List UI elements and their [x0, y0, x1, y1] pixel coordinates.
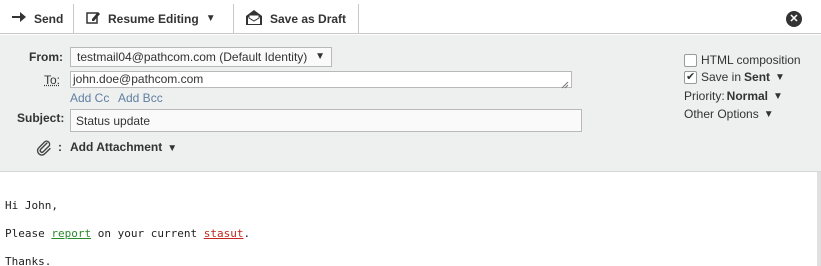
body-text: Please [5, 227, 52, 240]
attachment-colon: : [58, 140, 62, 154]
chevron-down-icon[interactable]: ▼ [775, 72, 785, 83]
from-label: From: [29, 50, 63, 64]
resize-handle-icon[interactable] [561, 78, 569, 89]
paperclip-icon[interactable] [36, 140, 52, 159]
resume-editing-label: Resume Editing [108, 11, 199, 26]
envelope-icon [246, 9, 262, 28]
spellcheck-word-ok[interactable]: report [51, 227, 91, 240]
send-label: Send [34, 11, 64, 26]
from-value: testmail04@pathcom.com (Default Identity… [77, 50, 308, 64]
priority-option[interactable]: Priority: Normal ▼ [684, 89, 783, 103]
other-options-menu[interactable]: Other Options ▼ [684, 107, 774, 121]
body-line: Please report on your current stasut. [5, 220, 250, 248]
compose-header: From: testmail04@pathcom.com (Default Id… [0, 35, 821, 172]
greeting-line: Hi John, [5, 199, 58, 212]
to-field[interactable]: john.doe@pathcom.com [70, 71, 572, 89]
chevron-down-icon: ▼ [763, 108, 774, 120]
scrollbar[interactable] [817, 172, 821, 266]
spellcheck-word-misspelled[interactable]: stasut [204, 227, 244, 240]
priority-label: Priority: [684, 89, 725, 103]
save-in-label: Save in [701, 70, 742, 84]
to-label: To: [44, 73, 61, 87]
resume-editing-button[interactable]: Resume Editing ▼ [74, 4, 234, 33]
subject-field[interactable]: Status update [70, 109, 582, 132]
other-options-label: Other Options [684, 107, 759, 121]
body-text: on your current [91, 227, 204, 240]
chevron-down-icon: ▼ [205, 13, 216, 24]
html-composition-option[interactable]: HTML composition [684, 53, 801, 67]
save-in-checkbox[interactable] [684, 70, 697, 84]
save-as-draft-label: Save as Draft [270, 11, 347, 26]
add-attachment-label: Add Attachment [70, 140, 163, 154]
message-body[interactable]: Hi John, Please report on your current s… [5, 192, 250, 266]
from-select[interactable]: testmail04@pathcom.com (Default Identity… [70, 47, 332, 67]
add-attachment-button[interactable]: Add Attachment ▼ [70, 140, 177, 154]
subject-value: Status update [76, 114, 151, 128]
chevron-down-icon: ▼ [315, 51, 325, 62]
add-cc-link[interactable]: Add Cc [70, 91, 109, 105]
priority-value: Normal [726, 89, 769, 103]
save-in-option[interactable]: Save in Sent ▼ [684, 70, 785, 84]
compose-toolbar: Send Resume Editing ▼ Save as Draft ✕ [0, 0, 821, 34]
closing-line: Thanks. [5, 255, 52, 266]
chevron-down-icon: ▼ [167, 143, 178, 154]
add-bcc-link[interactable]: Add Bcc [118, 91, 163, 105]
to-value: john.doe@pathcom.com [73, 72, 204, 86]
arrow-right-icon [12, 11, 26, 26]
html-composition-checkbox[interactable] [684, 53, 697, 67]
send-button[interactable]: Send [0, 4, 74, 33]
body-text: . [243, 227, 251, 240]
close-icon[interactable]: ✕ [786, 11, 802, 27]
edit-icon [86, 11, 100, 27]
subject-label: Subject: [17, 111, 65, 125]
chevron-down-icon: ▼ [773, 90, 783, 102]
save-as-draft-button[interactable]: Save as Draft [234, 4, 359, 33]
html-composition-label: HTML composition [701, 53, 801, 67]
save-folder: Sent [744, 70, 771, 84]
